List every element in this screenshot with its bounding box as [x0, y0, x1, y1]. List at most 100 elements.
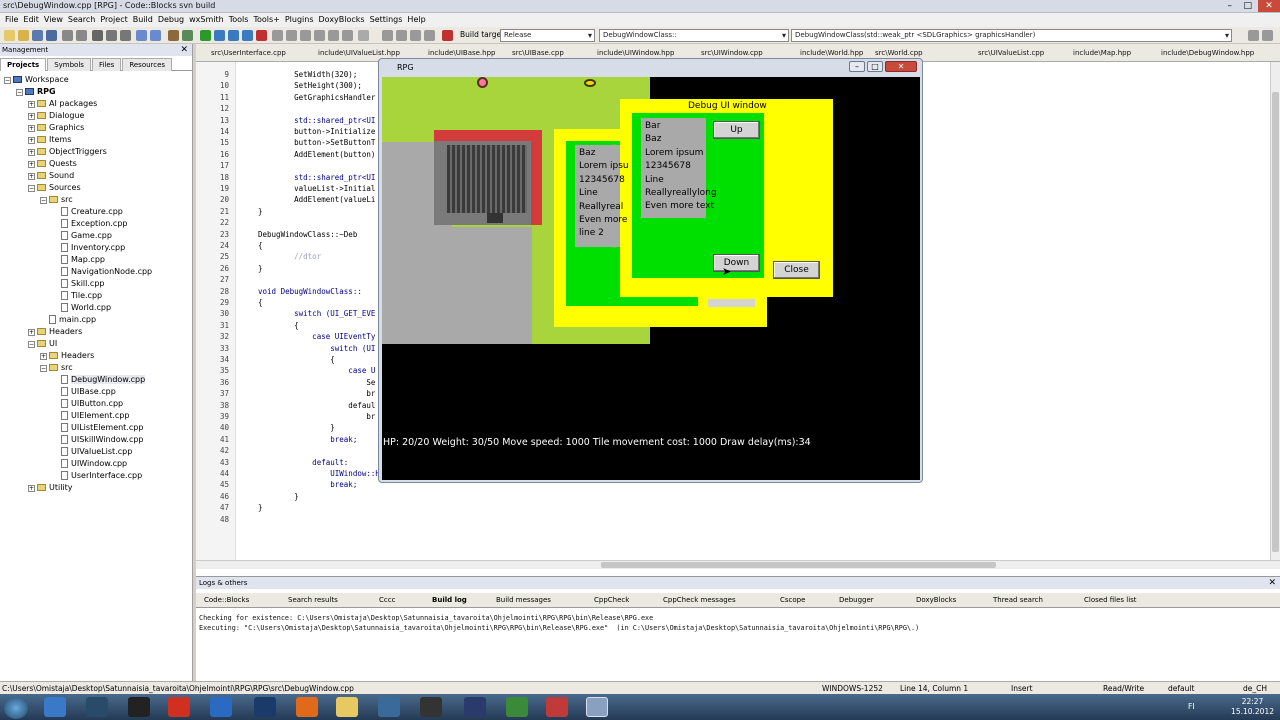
tree-item[interactable]: − RPG	[0, 86, 192, 98]
close-window-button[interactable]: ✕	[1258, 0, 1280, 12]
menu-item-debug[interactable]: Debug	[158, 13, 184, 27]
media-icon[interactable]	[86, 697, 108, 717]
tree-item[interactable]: Exception.cpp	[0, 218, 192, 230]
expand-icon[interactable]: +	[28, 161, 35, 168]
code-line[interactable]: break;	[258, 480, 357, 489]
code-line[interactable]: default:	[258, 458, 348, 467]
settings-icon[interactable]	[168, 30, 179, 41]
symbol-select[interactable]: DebugWindowClass(std::weak_ptr <SDLGraph…	[791, 29, 1232, 42]
language-indicator[interactable]: FI	[1188, 702, 1195, 711]
doxy-icon[interactable]	[382, 30, 393, 41]
zoom-icon[interactable]	[182, 30, 193, 41]
tree-item[interactable]: Map.cpp	[0, 254, 192, 266]
doxy-run-icon[interactable]	[396, 30, 407, 41]
log-tab[interactable]: Cscope	[780, 595, 805, 606]
menu-item-view[interactable]: View	[44, 13, 63, 27]
code-line[interactable]: break;	[258, 435, 357, 444]
value-list-item[interactable]: Line	[645, 175, 664, 185]
close-logs-icon[interactable]: ✕	[1268, 577, 1276, 589]
rpg-minimize-button[interactable]: –	[849, 61, 865, 72]
game-icon[interactable]	[464, 697, 486, 717]
down-button[interactable]: Down	[713, 254, 760, 272]
game-canvas[interactable]: Debug UI window Up Down Close ➤ HP: 20/2…	[382, 77, 920, 480]
code-line[interactable]: }	[258, 492, 299, 501]
code-line[interactable]: button->Initialize	[258, 127, 375, 136]
tab-resources[interactable]: Resources	[122, 58, 173, 71]
expand-icon[interactable]: −	[16, 89, 23, 96]
menu-item-help[interactable]: Help	[407, 13, 425, 27]
steam-client-icon[interactable]	[420, 697, 442, 717]
office-icon[interactable]	[168, 697, 190, 717]
tree-item[interactable]: + Items	[0, 134, 192, 146]
log-tab[interactable]: Closed files list	[1084, 595, 1137, 606]
tree-item[interactable]: UIElement.cpp	[0, 410, 192, 422]
build-target-select[interactable]: Release	[500, 29, 595, 42]
tree-item[interactable]: UserInterface.cpp	[0, 470, 192, 482]
app-icon[interactable]	[128, 697, 150, 717]
code-line[interactable]: std::shared_ptr<UI	[258, 173, 375, 182]
tree-item[interactable]: World.cpp	[0, 302, 192, 314]
code-line[interactable]: AddElement(button)	[258, 150, 375, 159]
code-line[interactable]: }	[258, 423, 335, 432]
log-tab[interactable]: Search results	[288, 595, 338, 606]
maximize-button[interactable]: □	[1243, 1, 1252, 11]
tree-item[interactable]: + Utility	[0, 482, 192, 494]
tree-item[interactable]: Skill.cpp	[0, 278, 192, 290]
copy-icon[interactable]	[106, 30, 117, 41]
code-line[interactable]: GetGraphicsHandler	[258, 93, 375, 102]
tree-item[interactable]: UIBase.cpp	[0, 386, 192, 398]
expand-icon[interactable]: +	[28, 329, 35, 336]
log-tab[interactable]: Thread search	[993, 595, 1043, 606]
code-line[interactable]: AddElement(valueLi	[258, 195, 375, 204]
expand-icon[interactable]: +	[28, 149, 35, 156]
start-button[interactable]	[4, 697, 28, 719]
code-line[interactable]: SetHeight(300);	[258, 81, 362, 90]
redo-icon[interactable]	[76, 30, 87, 41]
cut-icon[interactable]	[92, 30, 103, 41]
word-icon[interactable]	[210, 697, 232, 717]
editor-tab[interactable]: include\Map.hpp	[1073, 48, 1131, 59]
tree-item[interactable]: + Headers	[0, 326, 192, 338]
code-line[interactable]: br	[258, 412, 375, 421]
tree-item[interactable]: NavigationNode.cpp	[0, 266, 192, 278]
undo-icon[interactable]	[62, 30, 73, 41]
paint-icon[interactable]	[546, 697, 568, 717]
step-out-icon[interactable]	[314, 30, 325, 41]
code-line[interactable]: valueList->Initial	[258, 184, 375, 193]
tree-item[interactable]: − UI	[0, 338, 192, 350]
tree-item[interactable]: Creature.cpp	[0, 206, 192, 218]
tree-item[interactable]: + Headers	[0, 350, 192, 362]
menu-item-tools[interactable]: Tools+	[253, 13, 279, 27]
value-list-item[interactable]: Even more text	[645, 201, 714, 211]
tree-item[interactable]: Inventory.cpp	[0, 242, 192, 254]
tree-item[interactable]: UISkillWindow.cpp	[0, 434, 192, 446]
code-line[interactable]: case U	[258, 366, 375, 375]
code-line[interactable]: {	[258, 298, 263, 307]
tree-item[interactable]: Tile.cpp	[0, 290, 192, 302]
tree-item[interactable]: − Workspace	[0, 74, 192, 86]
code-line[interactable]: {	[258, 355, 335, 364]
codeblocks-icon[interactable]	[586, 697, 608, 717]
doxy-html-icon[interactable]	[410, 30, 421, 41]
explorer-icon[interactable]	[336, 697, 358, 717]
code-line[interactable]: defaul	[258, 401, 375, 410]
rpg-close-button[interactable]: ✕	[885, 61, 917, 72]
save-all-icon[interactable]	[46, 30, 57, 41]
menu-item-plugins[interactable]: Plugins	[285, 13, 314, 27]
code-line[interactable]: std::shared_ptr<UI	[258, 116, 375, 125]
code-line[interactable]: Se	[258, 378, 375, 387]
ie-icon[interactable]	[44, 697, 66, 717]
firefox-icon[interactable]	[296, 697, 318, 717]
code-line[interactable]: switch (UI_GET_EVE	[258, 309, 375, 318]
stop-icon[interactable]	[442, 30, 453, 41]
editor-tab[interactable]: src\UserInterface.cpp	[211, 48, 286, 59]
tree-item[interactable]: UIListElement.cpp	[0, 422, 192, 434]
close-panel-icon[interactable]: ✕	[180, 44, 188, 56]
open-icon[interactable]	[18, 30, 29, 41]
jump-icon[interactable]	[1248, 30, 1259, 41]
doxy-chm-icon[interactable]	[424, 30, 435, 41]
tree-item[interactable]: + Graphics	[0, 122, 192, 134]
expand-icon[interactable]: −	[28, 185, 35, 192]
expand-icon[interactable]: −	[40, 365, 47, 372]
code-line[interactable]: br	[258, 389, 375, 398]
